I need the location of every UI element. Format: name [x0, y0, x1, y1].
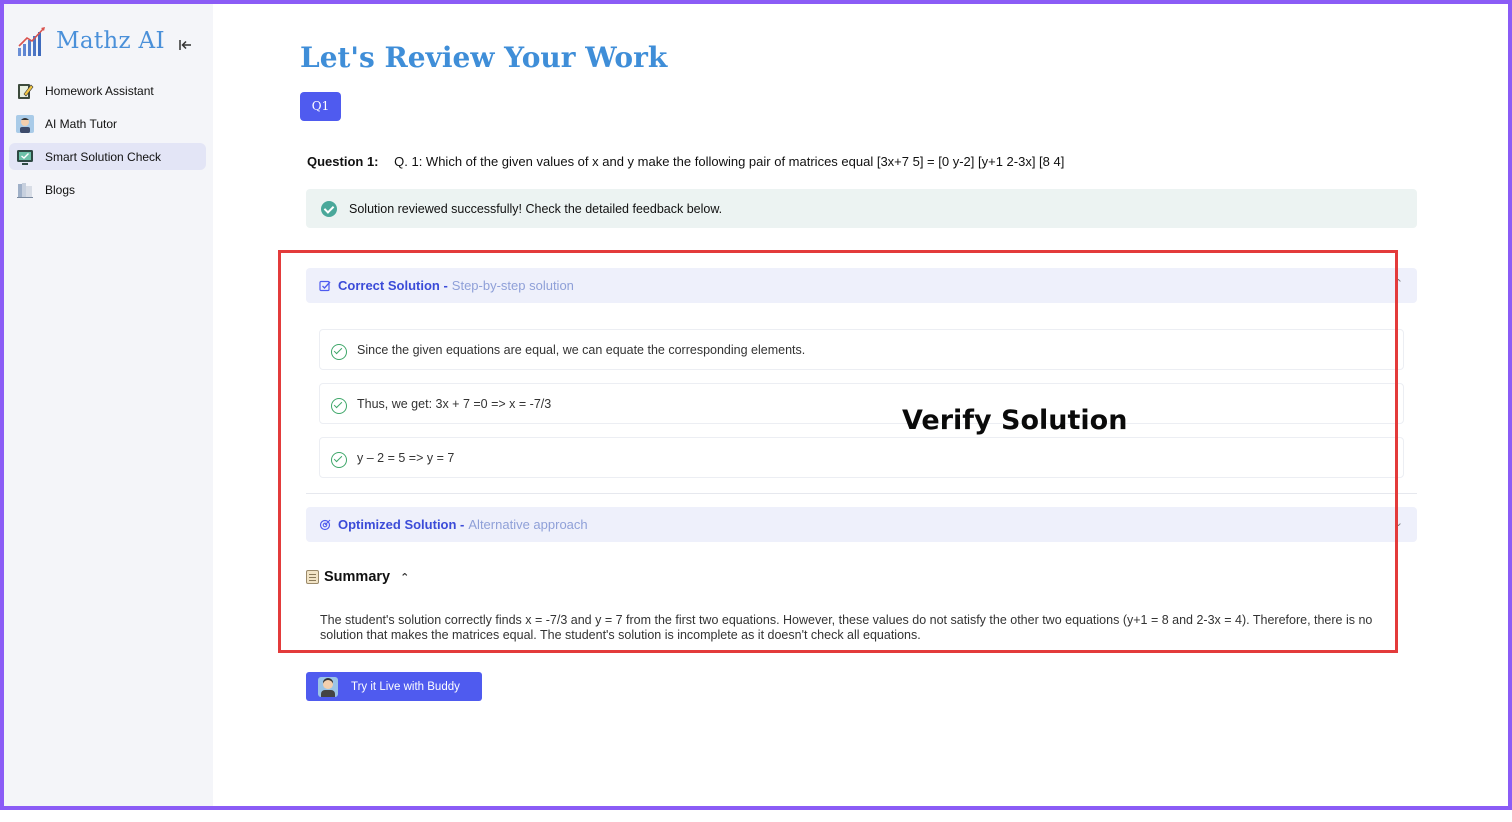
question-text: Q. 1: Which of the given values of x and…: [394, 154, 1065, 169]
sidebar-item-homework-assistant[interactable]: Homework Assistant: [9, 77, 206, 104]
sidebar: Mathz AI Homework Assistant AI Math Tuto…: [4, 4, 213, 806]
tutor-avatar-icon: [16, 114, 34, 133]
section-divider: [306, 493, 1417, 494]
sidebar-item-label: Blogs: [45, 182, 76, 197]
step-check-icon: [331, 397, 347, 414]
buddy-avatar-icon: [318, 676, 338, 697]
annotation-label: Verify Solution: [902, 405, 1128, 436]
summary-text: The student's solution correctly finds x…: [320, 613, 1373, 642]
step-check-icon: [331, 343, 347, 360]
page-title: Let's Review Your Work: [300, 41, 668, 74]
success-alert: Solution reviewed successfully! Check th…: [306, 189, 1417, 228]
correct-solution-label: Correct Solution -: [338, 278, 448, 293]
try-live-buddy-button[interactable]: Try it Live with Buddy: [306, 672, 482, 701]
question-row: Question 1: Q. 1: Which of the given val…: [307, 154, 1064, 169]
summary-toggle[interactable]: Summary ⌃: [306, 569, 409, 585]
check-circle-icon: [321, 200, 337, 217]
buddy-button-label: Try it Live with Buddy: [351, 680, 460, 693]
sidebar-nav: Homework Assistant AI Math Tutor Smart S…: [9, 77, 206, 209]
books-icon: [16, 181, 34, 199]
sidebar-item-ai-math-tutor[interactable]: AI Math Tutor: [9, 110, 206, 137]
collapse-left-icon[interactable]: [176, 37, 194, 55]
question-label: Question 1:: [307, 154, 379, 169]
step-text: y – 2 = 5 => y = 7: [357, 450, 455, 465]
clipboard-icon: [306, 570, 319, 584]
sidebar-item-label: Smart Solution Check: [45, 149, 162, 164]
bar-chart-logo-icon: [16, 24, 48, 58]
notebook-pencil-icon: [16, 82, 34, 100]
optimized-solution-header[interactable]: Optimized Solution - Alternative approac…: [306, 507, 1417, 542]
correct-solution-header[interactable]: Correct Solution - Step-by-step solution…: [306, 268, 1417, 303]
correct-solution-subtitle: Step-by-step solution: [451, 278, 574, 293]
sidebar-item-label: Homework Assistant: [45, 83, 154, 98]
monitor-check-icon: [16, 148, 34, 166]
solution-steps: Since the given equations are equal, we …: [319, 329, 1404, 491]
main-content: Let's Review Your Work Q1 Question 1: Q.…: [213, 4, 1508, 806]
chevron-up-icon: ⌃: [400, 571, 410, 584]
step-check-icon: [331, 451, 347, 468]
sidebar-item-blogs[interactable]: Blogs: [9, 176, 206, 203]
question-tab-q1[interactable]: Q1: [300, 92, 341, 121]
solution-step: Since the given equations are equal, we …: [319, 329, 1404, 370]
success-message: Solution reviewed successfully! Check th…: [349, 201, 723, 216]
chevron-down-icon: ⌄: [1393, 517, 1403, 529]
step-text: Thus, we get: 3x + 7 =0 => x = -7/3: [357, 396, 552, 411]
checkbox-icon: [319, 280, 331, 292]
solution-step: y – 2 = 5 => y = 7: [319, 437, 1404, 478]
target-icon: [319, 519, 331, 531]
optimized-solution-subtitle: Alternative approach: [468, 517, 588, 532]
brand: Mathz AI: [16, 24, 165, 58]
solution-step: Thus, we get: 3x + 7 =0 => x = -7/3: [319, 383, 1404, 424]
summary-title: Summary: [324, 569, 391, 585]
app-name: Mathz AI: [56, 28, 165, 54]
sidebar-item-label: AI Math Tutor: [45, 116, 118, 131]
chevron-up-icon: ⌃: [1393, 278, 1403, 290]
optimized-solution-label: Optimized Solution -: [338, 517, 465, 532]
sidebar-item-smart-solution-check[interactable]: Smart Solution Check: [9, 143, 206, 170]
step-text: Since the given equations are equal, we …: [357, 342, 806, 357]
